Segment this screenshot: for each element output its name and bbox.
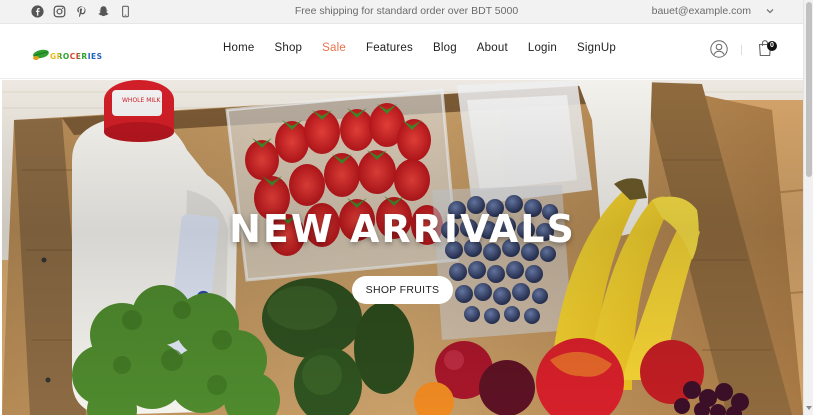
- shop-fruits-button[interactable]: SHOP FRUITS: [352, 276, 453, 304]
- hero-title: NEW ARRIVALS: [229, 207, 576, 251]
- nav-features[interactable]: Features: [366, 42, 413, 54]
- site-logo[interactable]: GROCERIES: [32, 40, 103, 60]
- chevron-down-icon[interactable]: [765, 6, 775, 16]
- nav-blog[interactable]: Blog: [433, 42, 457, 54]
- scrollbar-thumb[interactable]: [806, 2, 812, 177]
- nav-sale[interactable]: Sale: [322, 42, 346, 54]
- hero-banner: CHAMPION WHOLE MILK: [2, 80, 803, 415]
- page: Free shipping for standard order over BD…: [0, 0, 813, 415]
- nav-home[interactable]: Home: [223, 42, 254, 54]
- logo-leaf-icon: [32, 48, 52, 60]
- page-scrollbar[interactable]: [803, 0, 813, 415]
- logo-text: GROCERIES: [50, 51, 103, 61]
- account-email[interactable]: bauet@example.com: [652, 5, 751, 17]
- nav-login[interactable]: Login: [528, 42, 557, 54]
- top-bar: Free shipping for standard order over BD…: [0, 0, 813, 24]
- nav-shop[interactable]: Shop: [274, 42, 302, 54]
- cart-count-badge: 0: [767, 41, 777, 51]
- header-divider: [741, 45, 742, 55]
- main-header: GROCERIES Home Shop Sale Features Blog A…: [0, 24, 813, 79]
- nav-about[interactable]: About: [477, 42, 508, 54]
- nav-signup[interactable]: SignUp: [577, 42, 616, 54]
- user-account-icon[interactable]: [710, 40, 728, 58]
- main-nav: Home Shop Sale Features Blog About Login…: [223, 42, 636, 54]
- scroll-down-arrow-icon[interactable]: [806, 404, 812, 412]
